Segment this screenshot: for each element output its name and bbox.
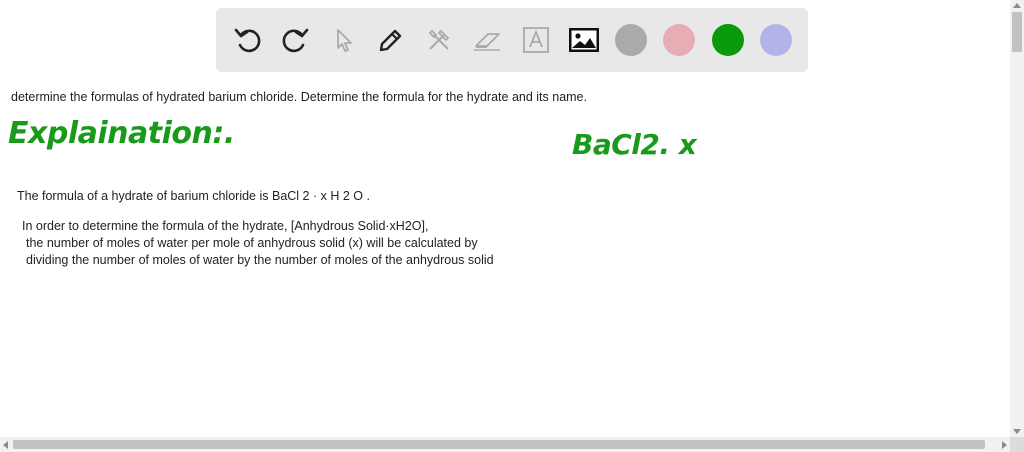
pen-button[interactable]	[373, 22, 409, 58]
explanation-line-1: The formula of a hydrate of barium chlor…	[17, 189, 370, 203]
undo-icon	[234, 28, 261, 53]
explanation-line-2: In order to determine the formula of the…	[22, 219, 429, 233]
explanation-line-4: dividing the number of moles of water by…	[26, 253, 494, 267]
pointer-icon	[337, 29, 352, 52]
drawing-toolbar	[216, 8, 808, 72]
handwritten-formula: BaCl2. x	[572, 128, 697, 161]
color-green-swatch[interactable]	[712, 24, 744, 56]
color-lavender-swatch[interactable]	[760, 24, 792, 56]
scrollbar-corner	[1010, 437, 1024, 452]
image-icon	[569, 28, 599, 52]
pen-icon	[379, 29, 402, 52]
scroll-left-arrow-icon[interactable]	[3, 441, 8, 449]
scroll-down-arrow-icon[interactable]	[1013, 429, 1021, 434]
whiteboard-page: determine the formulas of hydrated bariu…	[0, 0, 1024, 452]
color-pink-swatch[interactable]	[663, 24, 695, 56]
vertical-scrollbar[interactable]	[1010, 0, 1024, 437]
scroll-up-arrow-icon[interactable]	[1013, 3, 1021, 8]
text-button[interactable]	[518, 22, 554, 58]
image-button[interactable]	[566, 22, 602, 58]
horizontal-scroll-thumb[interactable]	[13, 440, 985, 449]
color-gray-swatch[interactable]	[615, 24, 647, 56]
pointer-button[interactable]	[326, 22, 362, 58]
eraser-button[interactable]	[469, 22, 505, 58]
tools-icon	[428, 29, 450, 50]
question-text: determine the formulas of hydrated bariu…	[11, 90, 587, 104]
redo-button[interactable]	[277, 22, 313, 58]
handwritten-heading: Explaination:.	[8, 116, 235, 151]
vertical-scroll-thumb[interactable]	[1012, 12, 1022, 52]
eraser-icon	[474, 33, 500, 51]
explanation-line-3: the number of moles of water per mole of…	[26, 236, 478, 250]
tools-button[interactable]	[421, 22, 457, 58]
undo-button[interactable]	[230, 22, 266, 58]
horizontal-scrollbar[interactable]	[0, 437, 1010, 452]
text-icon	[523, 27, 549, 53]
redo-icon	[282, 28, 309, 53]
scroll-right-arrow-icon[interactable]	[1002, 441, 1007, 449]
